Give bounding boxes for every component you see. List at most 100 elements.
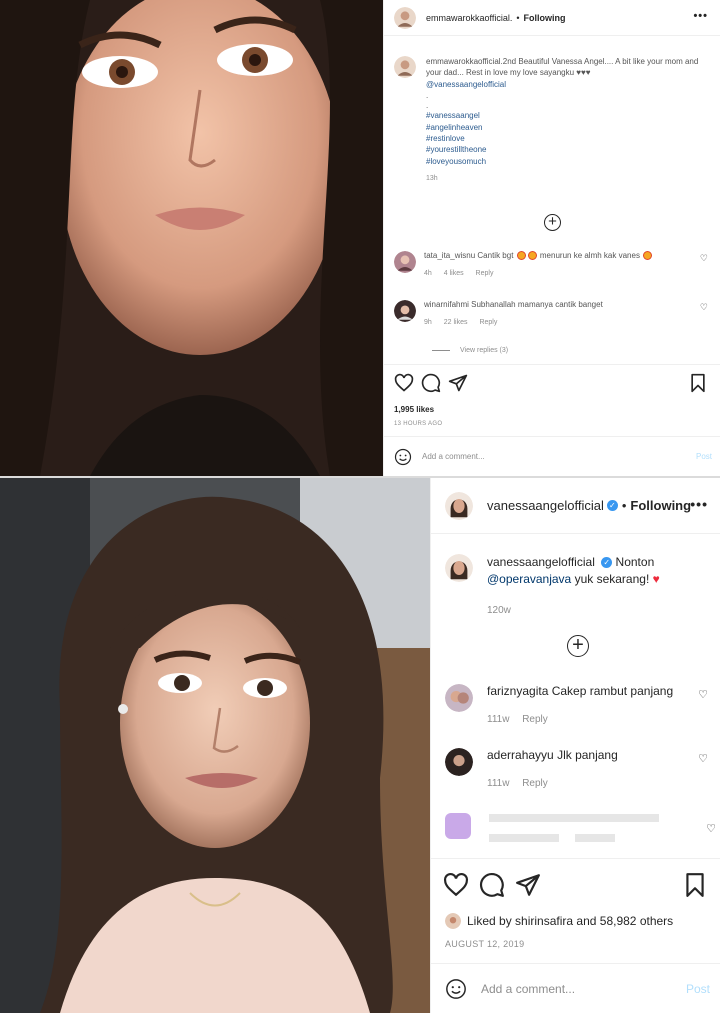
- heart-outline-icon[interactable]: [443, 872, 469, 898]
- hashtag-link[interactable]: #restinlove: [426, 133, 712, 144]
- heart-outline-icon[interactable]: [394, 373, 414, 393]
- comment-like-heart-icon[interactable]: ♡: [706, 822, 716, 835]
- view-replies-label[interactable]: View replies (3): [460, 347, 508, 354]
- more-options-icon[interactable]: •••: [693, 10, 708, 22]
- caption-text-after: yuk sekarang!: [574, 572, 650, 586]
- post-photo[interactable]: [0, 478, 430, 1013]
- comment-like-heart-icon[interactable]: ♡: [698, 752, 708, 765]
- redacted-text-bar: [489, 834, 559, 842]
- reply-button[interactable]: Reply: [479, 319, 497, 326]
- caption-mention[interactable]: @operavanjava: [487, 572, 571, 586]
- hashtag-link[interactable]: #yourestilltheone: [426, 144, 712, 155]
- post-comment-button[interactable]: Post: [696, 452, 712, 461]
- more-options-icon[interactable]: •••: [690, 496, 708, 512]
- action-row: [431, 871, 720, 899]
- post-actions: 1,995 likes 13 HOURS AGO: [384, 364, 720, 434]
- post-date: AUGUST 12, 2019: [445, 939, 525, 949]
- comment-meta: 4h 4 likes Reply: [424, 270, 712, 277]
- bookmark-icon[interactable]: [688, 373, 708, 393]
- comment-likes[interactable]: 22 likes: [444, 319, 468, 326]
- comment-time: 111w: [487, 714, 510, 725]
- comment-meta: 9h 22 likes Reply: [424, 319, 712, 326]
- selfie-photo: [0, 0, 383, 476]
- smiley-icon[interactable]: [445, 978, 467, 1000]
- hashtag-link[interactable]: #vanessaangel: [426, 110, 712, 121]
- comment-like-heart-icon[interactable]: ♡: [698, 688, 708, 701]
- add-comment-input[interactable]: [422, 452, 696, 461]
- post-photo[interactable]: [0, 0, 383, 476]
- comment-text-b: menurun ke almh kak vanes: [539, 251, 640, 260]
- commenter-username[interactable]: fariznyagita: [487, 684, 548, 698]
- commenter-avatar[interactable]: [394, 251, 416, 273]
- caption-text: Nonton: [615, 555, 655, 569]
- author-avatar[interactable]: [445, 491, 473, 520]
- comment-time: 9h: [424, 319, 432, 326]
- comment-body: fariznyagita Cakep rambut panjang 111w R…: [487, 684, 712, 725]
- author-avatar[interactable]: [394, 6, 416, 29]
- redacted-text-bar: [575, 834, 615, 842]
- verified-badge-icon: ✓: [601, 557, 613, 569]
- comment-like-heart-icon[interactable]: ♡: [700, 302, 708, 313]
- comment-body: winarnifahmi Subhanallah mamanya cantik …: [424, 300, 712, 326]
- liked-by-user[interactable]: shirinsafira: [515, 914, 573, 928]
- author-username[interactable]: emmawarokkaofficial.: [426, 13, 512, 23]
- add-comment-bar: Post: [431, 963, 720, 1013]
- post-comment-button[interactable]: Post: [686, 982, 710, 996]
- post-header: vanessaangelofficial ✓ • Following •••: [431, 478, 720, 534]
- post-caption: vanessaangelofficial ✓ Nonton @operavanj…: [445, 554, 712, 619]
- reply-button[interactable]: Reply: [522, 714, 548, 725]
- replies-line: [432, 350, 450, 351]
- reply-button[interactable]: Reply: [522, 778, 548, 789]
- likes-count[interactable]: 1,995 likes: [394, 405, 434, 414]
- author-username[interactable]: vanessaangelofficial: [487, 498, 604, 513]
- comment-text: fariznyagita Cakep rambut panjang: [487, 684, 712, 698]
- instagram-post-2: vanessaangelofficial ✓ • Following ••• v…: [0, 476, 720, 1013]
- plus-circle-icon[interactable]: +: [544, 214, 561, 231]
- post-caption: emmawarokkaofficial.2nd Beautiful Vaness…: [394, 56, 712, 185]
- liked-by-row: Liked by shirinsafira and 58,982 others: [445, 913, 673, 929]
- commenter-avatar[interactable]: [445, 748, 473, 776]
- paper-plane-icon[interactable]: [448, 373, 468, 393]
- add-comment-input[interactable]: [481, 981, 686, 996]
- smiley-icon[interactable]: [394, 448, 412, 466]
- comment-meta: 111w Reply: [487, 778, 712, 789]
- action-row: [384, 373, 720, 393]
- commenter-avatar[interactable]: [445, 684, 473, 712]
- comment-time: 111w: [487, 778, 510, 789]
- comment-body: tata_ita_wisnu Cantik bgt menurun ke alm…: [424, 251, 712, 277]
- caption-mention[interactable]: @vanessaangelofficial: [426, 79, 712, 90]
- commenter-avatar[interactable]: [394, 300, 416, 322]
- comment-bubble-icon[interactable]: [421, 373, 441, 393]
- hashtag-link[interactable]: #loveyousomuch: [426, 156, 712, 167]
- instagram-post-1: emmawarokkaofficial. • Following ••• emm…: [0, 0, 720, 476]
- bookmark-icon[interactable]: [682, 872, 708, 898]
- following-button[interactable]: Following: [524, 13, 566, 23]
- selfie-photo: [0, 478, 430, 1013]
- comment-like-heart-icon[interactable]: ♡: [700, 253, 708, 264]
- comment-text: aderrahayyu Jlk panjang: [487, 748, 712, 762]
- comment-bubble-icon[interactable]: [479, 872, 505, 898]
- paper-plane-icon[interactable]: [515, 872, 541, 898]
- comment-likes[interactable]: 4 likes: [444, 270, 464, 277]
- caption-username[interactable]: vanessaangelofficial: [487, 555, 595, 569]
- view-replies[interactable]: View replies (3): [432, 347, 508, 354]
- liker-avatar[interactable]: [445, 913, 461, 929]
- caption-dot-line: .: [426, 101, 429, 111]
- caption-dot-line: .: [426, 91, 429, 101]
- caption-avatar[interactable]: [394, 56, 416, 78]
- caption-username[interactable]: emmawarokkaofficial.: [426, 57, 503, 66]
- plus-circle-icon[interactable]: +: [567, 635, 589, 657]
- following-button[interactable]: Following: [630, 498, 691, 513]
- commenter-username[interactable]: winarnifahmi: [424, 300, 469, 309]
- reply-button[interactable]: Reply: [476, 270, 494, 277]
- redacted-avatar: [445, 813, 471, 839]
- liked-by-suffix[interactable]: and 58,982 others: [576, 914, 673, 928]
- commenter-username[interactable]: tata_ita_wisnu: [424, 251, 475, 260]
- comment-item: winarnifahmi Subhanallah mamanya cantik …: [394, 300, 712, 326]
- commenter-username[interactable]: aderrahayyu: [487, 748, 554, 762]
- caption-avatar[interactable]: [445, 554, 473, 582]
- hashtag-link[interactable]: #angelinheaven: [426, 122, 712, 133]
- comment-time: 4h: [424, 270, 432, 278]
- comment-body: aderrahayyu Jlk panjang 111w Reply: [487, 748, 712, 789]
- separator-dot: •: [516, 12, 520, 23]
